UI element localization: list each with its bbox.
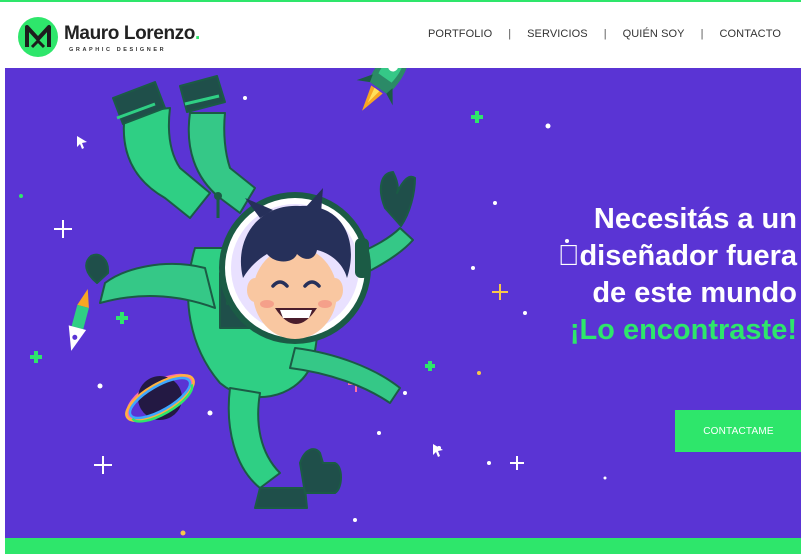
headline-line-2:  diseñador fuera [557, 240, 797, 272]
pen-tool-icon [68, 289, 89, 351]
nav-separator: | [603, 28, 607, 40]
headline-line-3: de este mundo [592, 277, 797, 309]
rocket-icon [356, 68, 410, 111]
brand-name: Mauro Lorenzo. [64, 23, 200, 44]
hero-headline: Necesitás a un  diseñador fuera de este … [467, 201, 797, 349]
contactame-button[interactable]: CONTACTAME [675, 410, 801, 452]
nav-separator: | [508, 28, 512, 40]
nav-separator: | [700, 28, 704, 40]
brand-tagline: GRAPHIC DESIGNER [69, 47, 167, 53]
main-nav: PORTFOLIO | SERVICIOS | QUIÉN SOY | CONT… [428, 28, 781, 40]
site-header: Mauro Lorenzo. GRAPHIC DESIGNER PORTFOLI… [0, 2, 801, 68]
nav-contacto[interactable]: CONTACTO [719, 28, 781, 40]
nav-servicios[interactable]: SERVICIOS [527, 28, 588, 40]
bottom-green-band [5, 538, 801, 554]
nav-portfolio[interactable]: PORTFOLIO [428, 28, 492, 40]
hero-section: Necesitás a un  diseñador fuera de este … [5, 68, 801, 538]
headline-highlight: ¡Lo encontraste! [569, 314, 797, 346]
brand-logo[interactable]: Mauro Lorenzo. GRAPHIC DESIGNER [14, 11, 204, 61]
logo-m-icon [18, 17, 58, 57]
headline-line-1: Necesitás a un [593, 203, 797, 235]
nav-quien-soy[interactable]: QUIÉN SOY [623, 28, 685, 40]
planet-icon [125, 373, 195, 423]
